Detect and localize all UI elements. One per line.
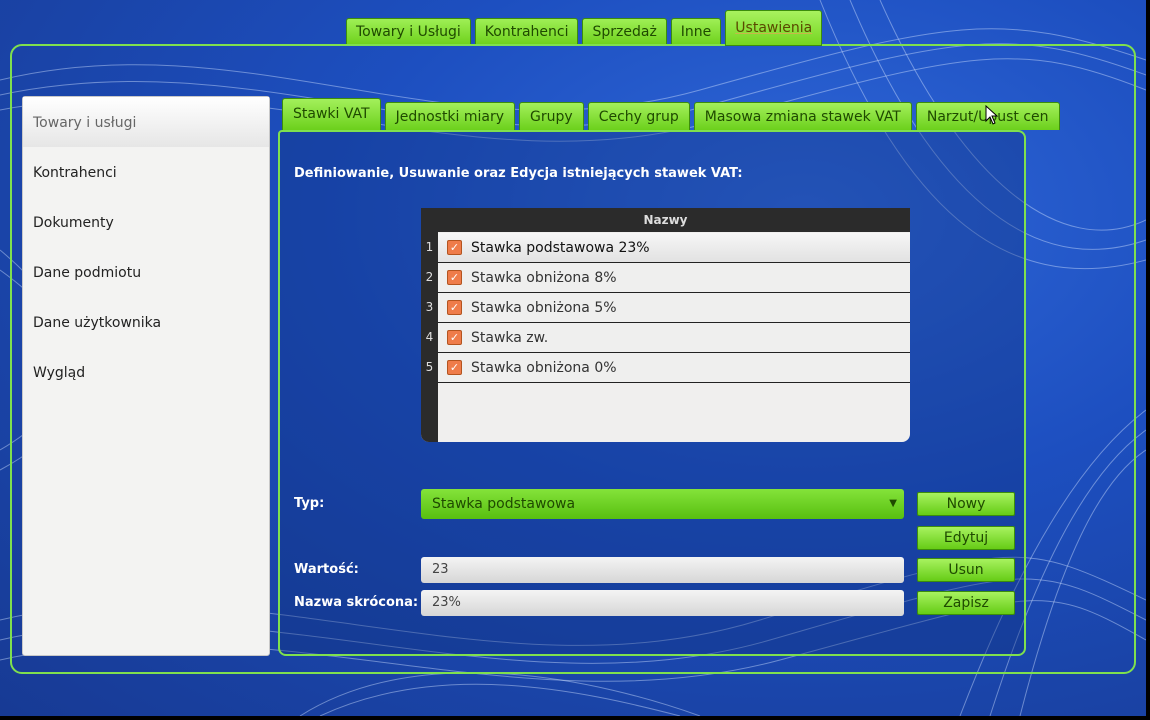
tab-ustawienia[interactable]: Ustawienia: [725, 10, 823, 46]
row-number: 4: [425, 330, 434, 344]
sidebar-item-wyglad[interactable]: Wygląd: [23, 347, 269, 397]
mouse-cursor-icon: [985, 105, 999, 125]
checkbox-checked-icon[interactable]: ✓: [447, 270, 462, 285]
row-number: 3: [425, 300, 434, 314]
table-row[interactable]: ✓ Stawka obniżona 5%: [438, 293, 910, 323]
tab-masowa-zmiana-stawek-vat[interactable]: Masowa zmiana stawek VAT: [693, 102, 912, 130]
wartosc-input[interactable]: 23: [421, 557, 904, 583]
table-row[interactable]: ✓ Stawka podstawowa 23%: [438, 233, 910, 263]
sidebar-item-dane-uzytkownika[interactable]: Dane użytkownika: [23, 297, 269, 347]
typ-select[interactable]: Stawka podstawowa ▼: [421, 489, 904, 519]
wartosc-label: Wartość:: [294, 562, 359, 577]
tab-sprzedaz[interactable]: Sprzedaż: [582, 18, 667, 44]
row-label: Stawka obniżona 5%: [471, 299, 617, 316]
sidebar-item-towary-i-uslugi[interactable]: Towary i usługi: [23, 97, 269, 147]
tab-grupy[interactable]: Grupy: [519, 102, 584, 130]
sidebar-item-dane-podmiotu[interactable]: Dane podmiotu: [23, 247, 269, 297]
tab-jednostki-miary[interactable]: Jednostki miary: [384, 102, 516, 130]
tab-cechy-grup[interactable]: Cechy grup: [587, 102, 690, 130]
nowy-button[interactable]: Nowy: [917, 492, 1015, 516]
sidebar-item-dokumenty[interactable]: Dokumenty: [23, 197, 269, 247]
tab-stawki-vat[interactable]: Stawki VAT: [282, 98, 381, 130]
dropdown-arrow-icon: ▼: [889, 498, 897, 509]
nazwa-skrocona-label: Nazwa skrócona:: [294, 595, 419, 610]
checkbox-checked-icon[interactable]: ✓: [447, 330, 462, 345]
checkbox-checked-icon[interactable]: ✓: [447, 360, 462, 375]
row-number: 5: [425, 360, 434, 374]
tab-inne[interactable]: Inne: [670, 18, 722, 44]
table-row[interactable]: ✓ Stawka obniżona 0%: [438, 353, 910, 383]
sidebar-item-kontrahenci[interactable]: Kontrahenci: [23, 147, 269, 197]
edytuj-button[interactable]: Edytuj: [917, 526, 1015, 550]
checkbox-checked-icon[interactable]: ✓: [447, 240, 462, 255]
zapisz-button[interactable]: Zapisz: [917, 591, 1015, 615]
nazwa-skrocona-input[interactable]: 23%: [421, 590, 904, 616]
section-heading: Definiowanie, Usuwanie oraz Edycja istni…: [294, 166, 743, 181]
vat-rates-table: Nazwy 1 2 3 4 5 ✓ Stawka podstawowa 23% …: [421, 208, 910, 442]
row-label: Stawka zw.: [471, 329, 549, 346]
typ-select-value: Stawka podstawowa: [432, 496, 576, 512]
inner-tab-bar: Stawki VAT Jednostki miary Grupy Cechy g…: [282, 98, 1064, 130]
table-row[interactable]: ✓ Stawka obniżona 8%: [438, 263, 910, 293]
tab-kontrahenci[interactable]: Kontrahenci: [474, 18, 579, 44]
settings-sidebar: Towary i usługi Kontrahenci Dokumenty Da…: [22, 96, 270, 656]
table-row[interactable]: ✓ Stawka zw.: [438, 323, 910, 353]
row-label: Stawka obniżona 0%: [471, 359, 617, 376]
row-number: 1: [425, 240, 434, 254]
usun-button[interactable]: Usun: [917, 558, 1015, 582]
top-tab-bar: Towary i Usługi Kontrahenci Sprzedaż Inn…: [346, 10, 826, 46]
table-header-nazwy: Nazwy: [421, 208, 910, 232]
typ-label: Typ:: [294, 496, 325, 511]
checkbox-checked-icon[interactable]: ✓: [447, 300, 462, 315]
row-label: Stawka podstawowa 23%: [471, 239, 650, 256]
tab-towary-i-uslugi[interactable]: Towary i Usługi: [346, 18, 471, 44]
app-window: Towary i Usługi Kontrahenci Sprzedaż Inn…: [0, 0, 1146, 716]
row-number: 2: [425, 270, 434, 284]
row-number-column: 1 2 3 4 5: [421, 232, 438, 442]
row-label: Stawka obniżona 8%: [471, 269, 617, 286]
